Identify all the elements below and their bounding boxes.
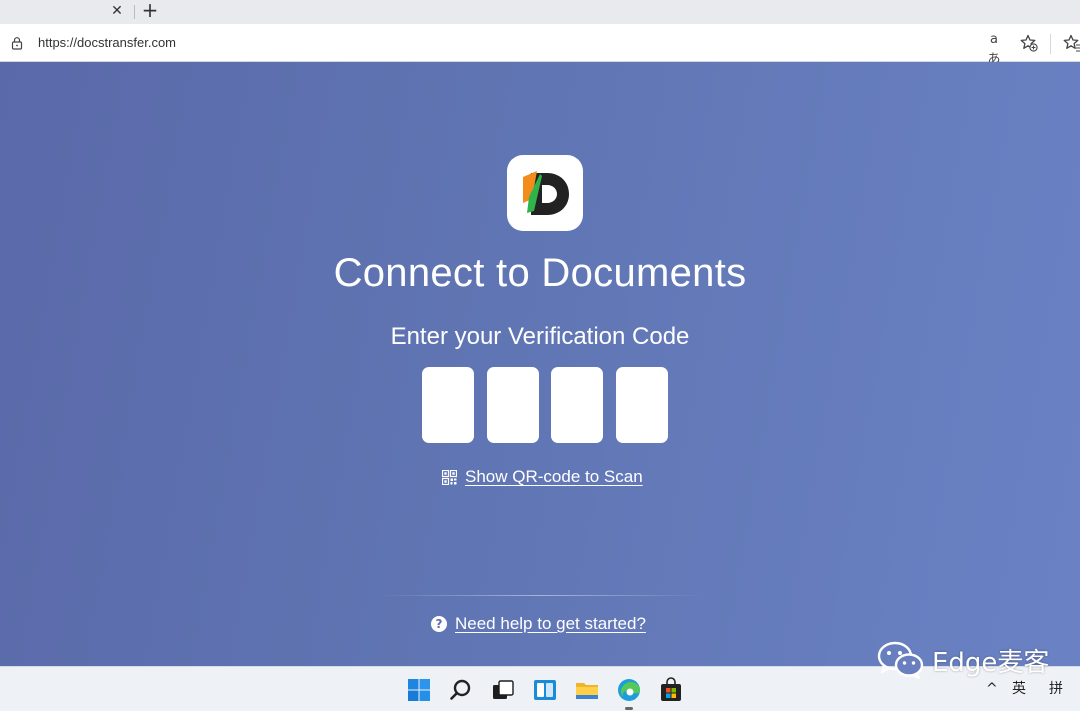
windows-start-icon[interactable] — [406, 677, 432, 703]
documents-app-logo — [507, 155, 583, 231]
edge-browser-icon[interactable] — [616, 677, 642, 703]
file-explorer-icon[interactable] — [574, 677, 600, 703]
widgets-icon[interactable] — [532, 677, 558, 703]
watermark-text: Edge麦客 — [932, 647, 1050, 678]
ime-mode-indicator[interactable]: 拼 — [1049, 679, 1063, 699]
documents-logo-icon — [523, 171, 569, 215]
tab-close-button[interactable]: ✕ — [108, 2, 126, 20]
show-qr-code-label[interactable]: Show QR-code to Scan — [465, 467, 643, 487]
page-title: Connect to Documents — [333, 251, 747, 295]
new-tab-button[interactable]: + — [140, 0, 160, 20]
lock-icon[interactable] — [10, 36, 24, 50]
help-question-icon: ? — [431, 616, 447, 632]
favorites-icon[interactable] — [1062, 33, 1080, 53]
read-aloud-icon[interactable]: aあ — [984, 30, 1004, 67]
wechat-watermark: Edge麦客 — [876, 640, 1049, 680]
need-help-label[interactable]: Need help to get started? — [455, 614, 646, 634]
microsoft-store-icon[interactable] — [658, 677, 684, 703]
code-digit-4-input[interactable] — [616, 367, 668, 443]
browser-toolbar: https://docstransfer.com aあ — [0, 24, 1080, 67]
verification-subtitle: Enter your Verification Code — [390, 323, 690, 350]
search-icon[interactable] — [448, 677, 474, 703]
url-text[interactable]: https://docstransfer.com — [38, 34, 176, 52]
tray-chevron-icon[interactable]: ^ — [986, 679, 998, 699]
address-bar[interactable]: https://docstransfer.com — [0, 28, 1048, 58]
qr-code-icon — [442, 469, 457, 485]
wechat-icon — [877, 641, 924, 680]
add-favorite-icon[interactable] — [1019, 33, 1039, 53]
edge-active-indicator — [625, 707, 633, 710]
toolbar-separator — [1050, 34, 1051, 54]
input-language-indicator[interactable]: 英 — [1012, 679, 1026, 699]
code-digit-1-input[interactable] — [422, 367, 474, 443]
task-view-icon[interactable] — [490, 677, 516, 703]
page-content: Connect to Documents Enter your Verifica… — [0, 62, 1080, 666]
content-divider — [378, 595, 704, 596]
tab-strip: ✕ + — [0, 0, 1080, 24]
tab-separator — [134, 5, 135, 19]
code-digit-2-input[interactable] — [487, 367, 539, 443]
show-qr-code-link[interactable]: Show QR-code to Scan — [442, 466, 643, 488]
need-help-link[interactable]: ? Need help to get started? — [431, 613, 646, 635]
code-digit-3-input[interactable] — [551, 367, 603, 443]
